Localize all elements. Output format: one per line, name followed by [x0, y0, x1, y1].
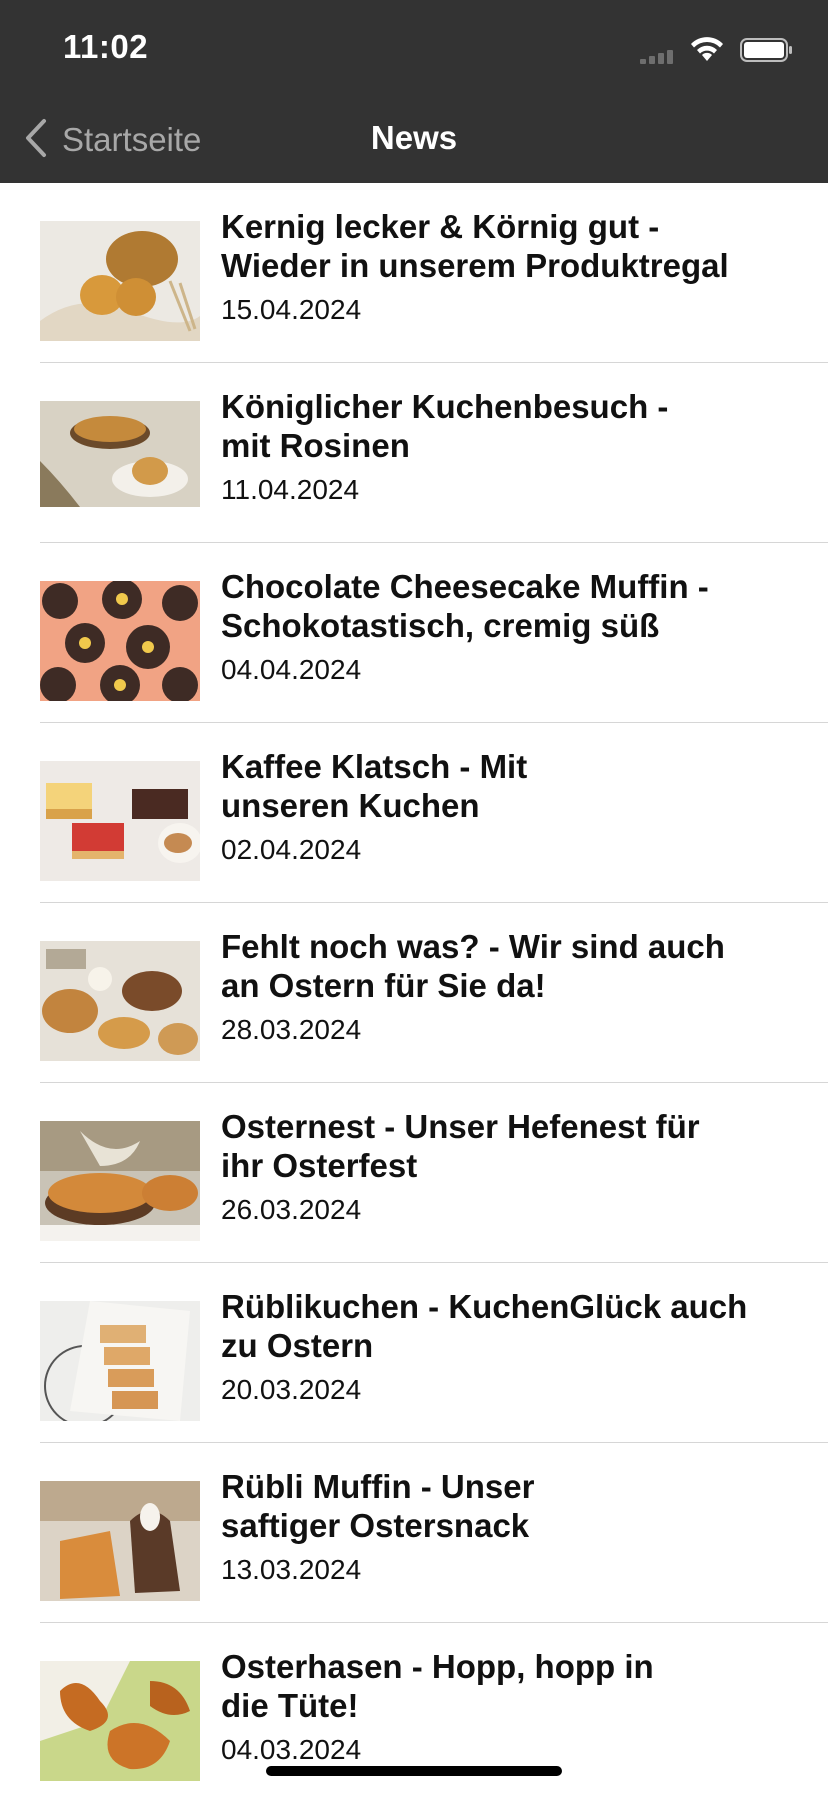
news-title: Fehlt noch was? - Wir sind auch an Oster… [221, 928, 725, 1004]
status-icons [634, 36, 794, 64]
news-title: Osternest - Unser Hefenest für ihr Oster… [221, 1108, 700, 1184]
news-date: 13.03.2024 [221, 1554, 362, 1585]
news-date: 26.03.2024 [221, 1194, 362, 1225]
news-thumbnail [40, 1301, 200, 1421]
home-indicator [266, 1766, 562, 1776]
news-thumbnail [40, 941, 200, 1061]
news-title: Kernig lecker & Körnig gut - Wieder in u… [221, 208, 729, 284]
news-title: Rübli Muffin - Unser saftiger Ostersnack [221, 1468, 535, 1544]
news-date: 11.04.2024 [221, 474, 360, 505]
news-thumbnail [40, 221, 200, 341]
news-item[interactable]: Kernig lecker & Körnig gut - Wieder in u… [0, 183, 828, 363]
wifi-icon [690, 36, 724, 62]
news-thumbnail [40, 1661, 200, 1781]
news-date: 04.04.2024 [221, 654, 362, 685]
page-title: News [370, 119, 458, 156]
news-title: Kaffee Klatsch - Mit unseren Kuchen [221, 748, 528, 824]
news-title: Chocolate Cheesecake Muffin - Schokotast… [221, 568, 709, 644]
news-item[interactable]: Königlicher Kuchenbesuch - mit Rosinen 1… [0, 363, 828, 543]
news-item[interactable]: Rübli Muffin - Unser saftiger Ostersnack… [0, 1443, 828, 1623]
news-thumbnail [40, 401, 200, 507]
news-item[interactable]: Chocolate Cheesecake Muffin - Schokotast… [0, 543, 828, 723]
news-date: 02.04.2024 [221, 834, 362, 865]
news-list: Kernig lecker & Körnig gut - Wieder in u… [0, 183, 828, 1803]
news-date: 04.03.2024 [221, 1734, 362, 1765]
news-item[interactable]: Rüblikuchen - KuchenGlück auch zu Ostern… [0, 1263, 828, 1443]
news-thumbnail [40, 581, 200, 701]
news-title: Osterhasen - Hopp, hopp in die Tüte! [221, 1648, 654, 1724]
status-time: 11:02 [63, 28, 149, 65]
news-item[interactable]: Osternest - Unser Hefenest für ihr Oster… [0, 1083, 828, 1263]
news-date: 20.03.2024 [221, 1374, 362, 1405]
news-date: 15.04.2024 [221, 294, 362, 325]
news-title: Rüblikuchen - KuchenGlück auch zu Ostern [221, 1288, 748, 1364]
news-item[interactable]: Osterhasen - Hopp, hopp in die Tüte! 04.… [0, 1623, 828, 1803]
news-date: 28.03.2024 [221, 1014, 362, 1045]
news-thumbnail [40, 1121, 200, 1241]
cellular-signal-icon [640, 50, 676, 64]
news-thumbnail [40, 761, 200, 881]
battery-icon [740, 38, 794, 62]
top-bar: 11:02 Startseite News [0, 0, 828, 183]
news-title: Königlicher Kuchenbesuch - mit Rosinen [221, 388, 669, 464]
news-item[interactable]: Kaffee Klatsch - Mit unseren Kuchen 02.0… [0, 723, 828, 903]
news-item[interactable]: Fehlt noch was? - Wir sind auch an Oster… [0, 903, 828, 1083]
news-thumbnail [40, 1481, 200, 1601]
